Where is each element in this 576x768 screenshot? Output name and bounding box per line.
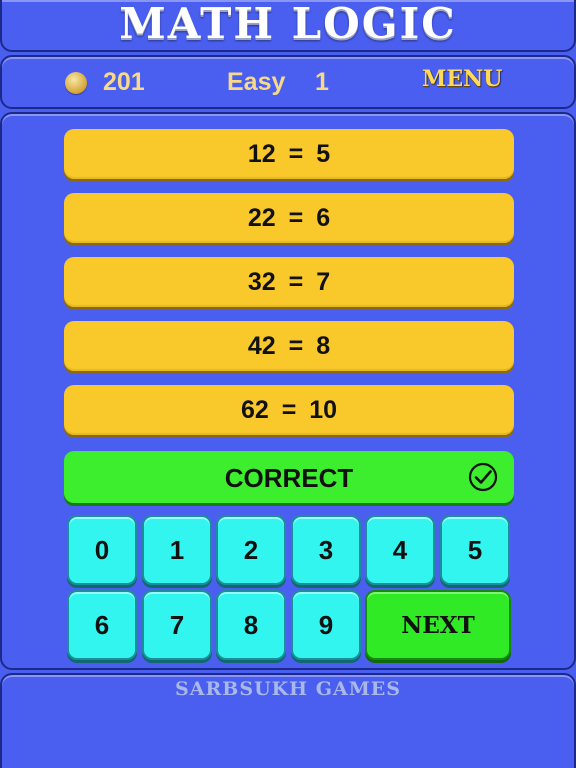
developer-brand: SARBSUKH GAMES bbox=[175, 678, 401, 700]
next-button[interactable]: NEXT bbox=[365, 590, 511, 660]
check-circle-icon bbox=[468, 462, 498, 492]
key-4[interactable]: 4 bbox=[365, 515, 435, 585]
game-panel: 12 = 5 22 = 6 32 = 7 42 = 8 62 = 10 CORR… bbox=[0, 112, 576, 670]
level-number: 1 bbox=[315, 68, 329, 96]
answer-bar: CORRECT bbox=[64, 451, 514, 503]
equation-row-4: 42 = 8 bbox=[64, 321, 514, 371]
equation-row-2: 22 = 6 bbox=[64, 193, 514, 243]
level-name: Easy bbox=[227, 68, 286, 96]
equation-row-5: 62 = 10 bbox=[64, 385, 514, 435]
key-9[interactable]: 9 bbox=[291, 590, 361, 660]
coin-icon bbox=[65, 72, 87, 94]
key-7[interactable]: 7 bbox=[142, 590, 212, 660]
menu-button[interactable]: MENU bbox=[422, 66, 502, 92]
key-1[interactable]: 1 bbox=[142, 515, 212, 585]
equation-row-1: 12 = 5 bbox=[64, 129, 514, 179]
footer: SARBSUKH GAMES bbox=[0, 673, 576, 768]
answer-status: CORRECT bbox=[224, 463, 354, 493]
app-title: MATH LOGIC bbox=[119, 0, 457, 48]
equation-row-3: 32 = 7 bbox=[64, 257, 514, 307]
key-0[interactable]: 0 bbox=[67, 515, 137, 585]
key-8[interactable]: 8 bbox=[216, 590, 286, 660]
key-5[interactable]: 5 bbox=[440, 515, 510, 585]
key-6[interactable]: 6 bbox=[67, 590, 137, 660]
key-2[interactable]: 2 bbox=[216, 515, 286, 585]
status-bar: 201 Easy 1 MENU bbox=[0, 55, 576, 109]
key-3[interactable]: 3 bbox=[291, 515, 361, 585]
title-bar: MATH LOGIC bbox=[0, 0, 576, 52]
coin-count: 201 bbox=[103, 68, 145, 96]
